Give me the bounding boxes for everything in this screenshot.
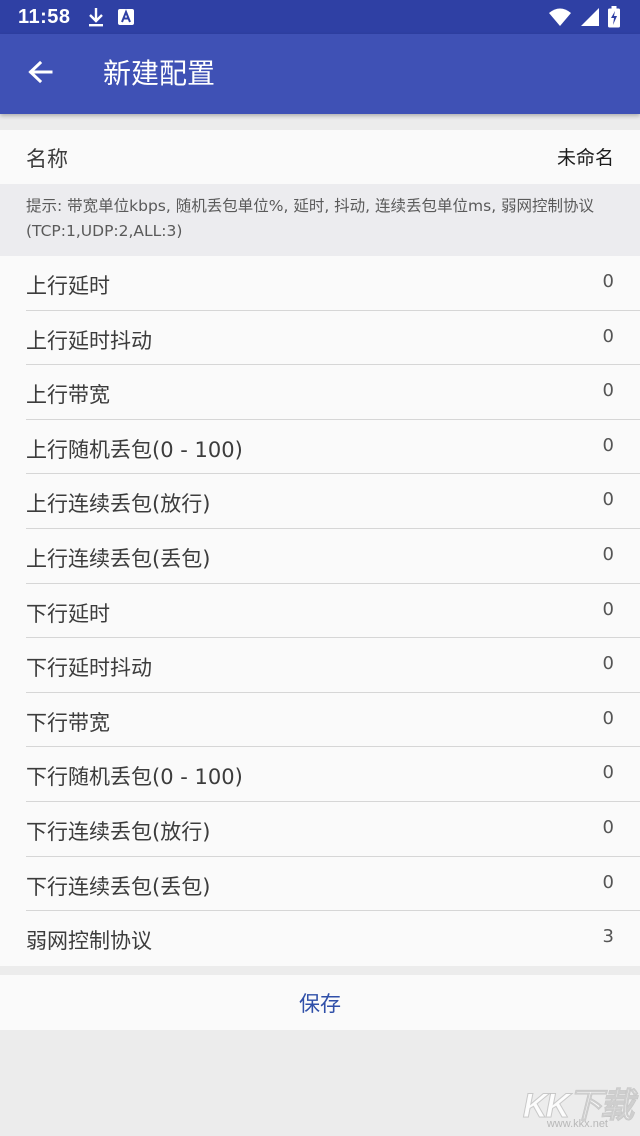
name-field-value[interactable]: 未命名 <box>557 143 614 170</box>
save-button-label: 保存 <box>299 991 341 1016</box>
status-time: 11:58 <box>18 6 71 28</box>
setting-value: 0 <box>602 325 614 347</box>
a-badge-icon <box>116 6 136 32</box>
setting-label: 上行延时抖动 <box>26 328 152 353</box>
setting-label: 上行连续丢包(丢包) <box>26 546 211 571</box>
setting-value: 0 <box>602 653 614 675</box>
save-button[interactable]: 保存 <box>0 975 640 1030</box>
setting-value: 0 <box>602 871 614 893</box>
setting-row-downlink-jitter[interactable]: 下行延时抖动 0 <box>0 638 640 693</box>
setting-row-uplink-random-loss[interactable]: 上行随机丢包(0 - 100) 0 <box>0 420 640 475</box>
setting-value: 0 <box>602 707 614 729</box>
setting-label: 下行连续丢包(放行) <box>26 819 211 844</box>
status-bar: 11:58 <box>0 0 640 34</box>
setting-label: 弱网控制协议 <box>26 929 152 954</box>
setting-row-uplink-bandwidth[interactable]: 上行带宽 0 <box>0 365 640 420</box>
setting-row-uplink-burst-pass[interactable]: 上行连续丢包(放行) 0 <box>0 474 640 529</box>
settings-list: 上行延时 0 上行延时抖动 0 上行带宽 0 上行随机丢包(0 - 100) 0… <box>0 256 640 966</box>
name-field-label: 名称 <box>26 147 68 171</box>
setting-label: 上行连续丢包(放行) <box>26 492 211 517</box>
setting-label: 上行随机丢包(0 - 100) <box>26 437 243 462</box>
setting-value: 0 <box>602 762 614 784</box>
setting-row-uplink-delay[interactable]: 上行延时 0 <box>0 256 640 311</box>
battery-icon <box>608 6 620 32</box>
setting-row-downlink-burst-drop[interactable]: 下行连续丢包(丢包) 0 <box>0 857 640 912</box>
signal-icon <box>580 7 600 31</box>
setting-row-downlink-burst-pass[interactable]: 下行连续丢包(放行) 0 <box>0 802 640 857</box>
back-button[interactable] <box>22 56 58 92</box>
wifi-icon <box>548 7 572 31</box>
page-title: 新建配置 <box>103 57 216 90</box>
setting-label: 上行带宽 <box>26 383 110 408</box>
status-system-icons <box>548 6 620 32</box>
download-icon <box>86 6 106 32</box>
hint-text: 提示: 带宽单位kbps, 随机丢包单位%, 延时, 抖动, 连续丢包单位ms,… <box>0 184 640 256</box>
app-bar: 新建配置 <box>0 34 640 114</box>
setting-row-uplink-burst-drop[interactable]: 上行连续丢包(丢包) 0 <box>0 529 640 584</box>
setting-value: 0 <box>602 543 614 565</box>
setting-label: 下行延时抖动 <box>26 656 152 681</box>
setting-row-downlink-bandwidth[interactable]: 下行带宽 0 <box>0 693 640 748</box>
setting-value: 0 <box>602 816 614 838</box>
status-notification-icons <box>86 6 136 32</box>
setting-value: 0 <box>602 598 614 620</box>
setting-row-uplink-jitter[interactable]: 上行延时抖动 0 <box>0 311 640 366</box>
watermark-url: www.kkx.net <box>546 1118 608 1130</box>
setting-label: 上行延时 <box>26 274 110 298</box>
setting-value: 0 <box>602 271 614 292</box>
setting-value: 0 <box>602 489 614 511</box>
config-form: 名称 未命名 提示: 带宽单位kbps, 随机丢包单位%, 延时, 抖动, 连续… <box>0 130 640 966</box>
setting-value: 0 <box>602 434 614 456</box>
setting-row-downlink-random-loss[interactable]: 下行随机丢包(0 - 100) 0 <box>0 747 640 802</box>
setting-label: 下行随机丢包(0 - 100) <box>26 765 243 790</box>
arrow-left-icon <box>27 60 53 88</box>
setting-label: 下行带宽 <box>26 710 110 735</box>
setting-value: 0 <box>602 380 614 402</box>
setting-row-protocol[interactable]: 弱网控制协议 3 <box>0 911 640 966</box>
setting-row-downlink-delay[interactable]: 下行延时 0 <box>0 584 640 639</box>
setting-label: 下行连续丢包(丢包) <box>26 874 211 899</box>
name-field-row[interactable]: 名称 未命名 <box>0 130 640 184</box>
setting-value: 3 <box>602 926 614 948</box>
watermark-logo: KK下载 www.kkx.net <box>516 1078 636 1131</box>
setting-label: 下行延时 <box>26 601 110 626</box>
